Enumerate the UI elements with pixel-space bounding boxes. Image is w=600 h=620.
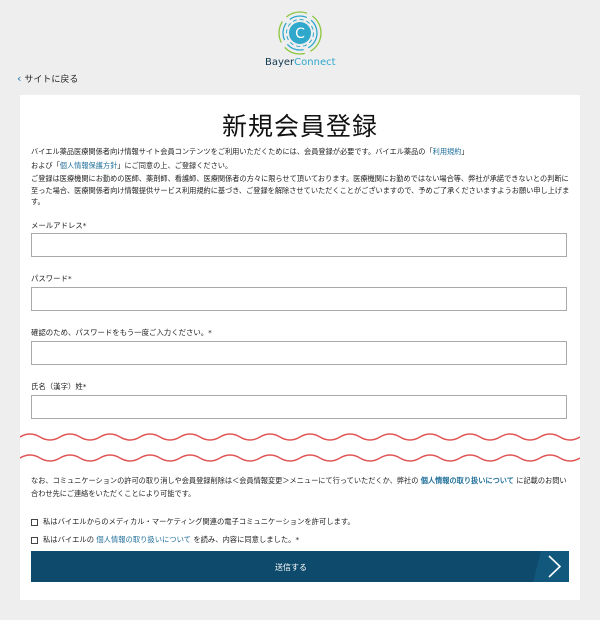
consent-privacy-checkbox[interactable]: [31, 536, 38, 544]
intro-line-2: および「個人情報保護方針」にご同意の上、ご登録ください。: [31, 160, 233, 170]
password-field[interactable]: [31, 287, 567, 311]
consent-privacy[interactable]: 私はバイエルの 個人情報の取り扱いについて を読み、内容に同意しました。*: [31, 535, 299, 545]
password-label: パスワード*: [31, 274, 72, 283]
logo-letter: C: [295, 26, 305, 42]
privacy-handling-link[interactable]: 個人情報の取り扱いについて: [96, 535, 191, 544]
password-confirm-label: 確認のため、パスワードをもう一度ご入力ください。*: [31, 328, 212, 337]
brand-name-part1: Bayer: [265, 57, 295, 68]
chevron-left-icon: ‹: [17, 72, 22, 85]
intro-eligibility-text: ご登録は医療機関にお勤めの医師、薬剤師、看護師、医療関係者の方々に限らせて頂いて…: [31, 174, 570, 206]
email-field[interactable]: [31, 233, 567, 257]
brand-name: BayerConnect: [265, 57, 336, 69]
terms-of-use-link[interactable]: 利用規約: [433, 147, 462, 156]
intro-text: バイエル薬品医療関係者向け情報サイト会員コンテンツをご利用いただくためには、会員…: [31, 146, 571, 208]
back-link-label: サイトに戻る: [24, 75, 79, 85]
last-name-kanji-field[interactable]: [31, 395, 567, 419]
email-label: メールアドレス*: [31, 221, 87, 230]
intro-line-1: バイエル薬品医療関係者向け情報サイト会員コンテンツをご利用いただくためには、会員…: [31, 147, 469, 156]
chevron-right-icon: [533, 551, 569, 582]
bayer-connect-logo: C BayerConnect: [265, 10, 336, 74]
content-break-wave: [20, 454, 580, 462]
bayer-connect-emblem-icon: C: [278, 11, 322, 55]
page-title: 新規会員登録: [221, 112, 378, 141]
consent-electronic-communication-checkbox[interactable]: [31, 518, 38, 526]
consent-privacy-label: 私はバイエルの 個人情報の取り扱いについて を読み、内容に同意しました。*: [43, 535, 300, 544]
privacy-policy-link[interactable]: 個人情報保護方針: [60, 161, 118, 170]
back-to-site-link[interactable]: ‹ サイトに戻る: [17, 72, 78, 85]
submit-button[interactable]: 送信する: [31, 551, 569, 582]
registration-form-card: 新規会員登録 バイエル薬品医療関係者向け情報サイト会員コンテンツをご利用いただく…: [20, 95, 580, 600]
consent-electronic-communication-label: 私はバイエルからのメディカル・マーケティング関連の電子コミュニケーションを許可し…: [43, 517, 355, 526]
personal-info-handling-link[interactable]: 個人情報の取り扱いについて: [421, 476, 514, 485]
last-name-kanji-label: 氏名（漢字）姓*: [31, 382, 87, 391]
brand-name-part2: Connect: [294, 57, 336, 68]
password-confirm-field[interactable]: [31, 341, 567, 365]
consent-electronic-communication[interactable]: 私はバイエルからのメディカル・マーケティング関連の電子コミュニケーションを許可し…: [31, 517, 355, 527]
account-deletion-note: なお、コミュニケーションの許可の取り消しや会員登録削除は＜会員情報変更＞メニュー…: [31, 476, 567, 498]
content-break-wave: [20, 433, 580, 441]
submit-button-label: 送信する: [275, 563, 307, 572]
